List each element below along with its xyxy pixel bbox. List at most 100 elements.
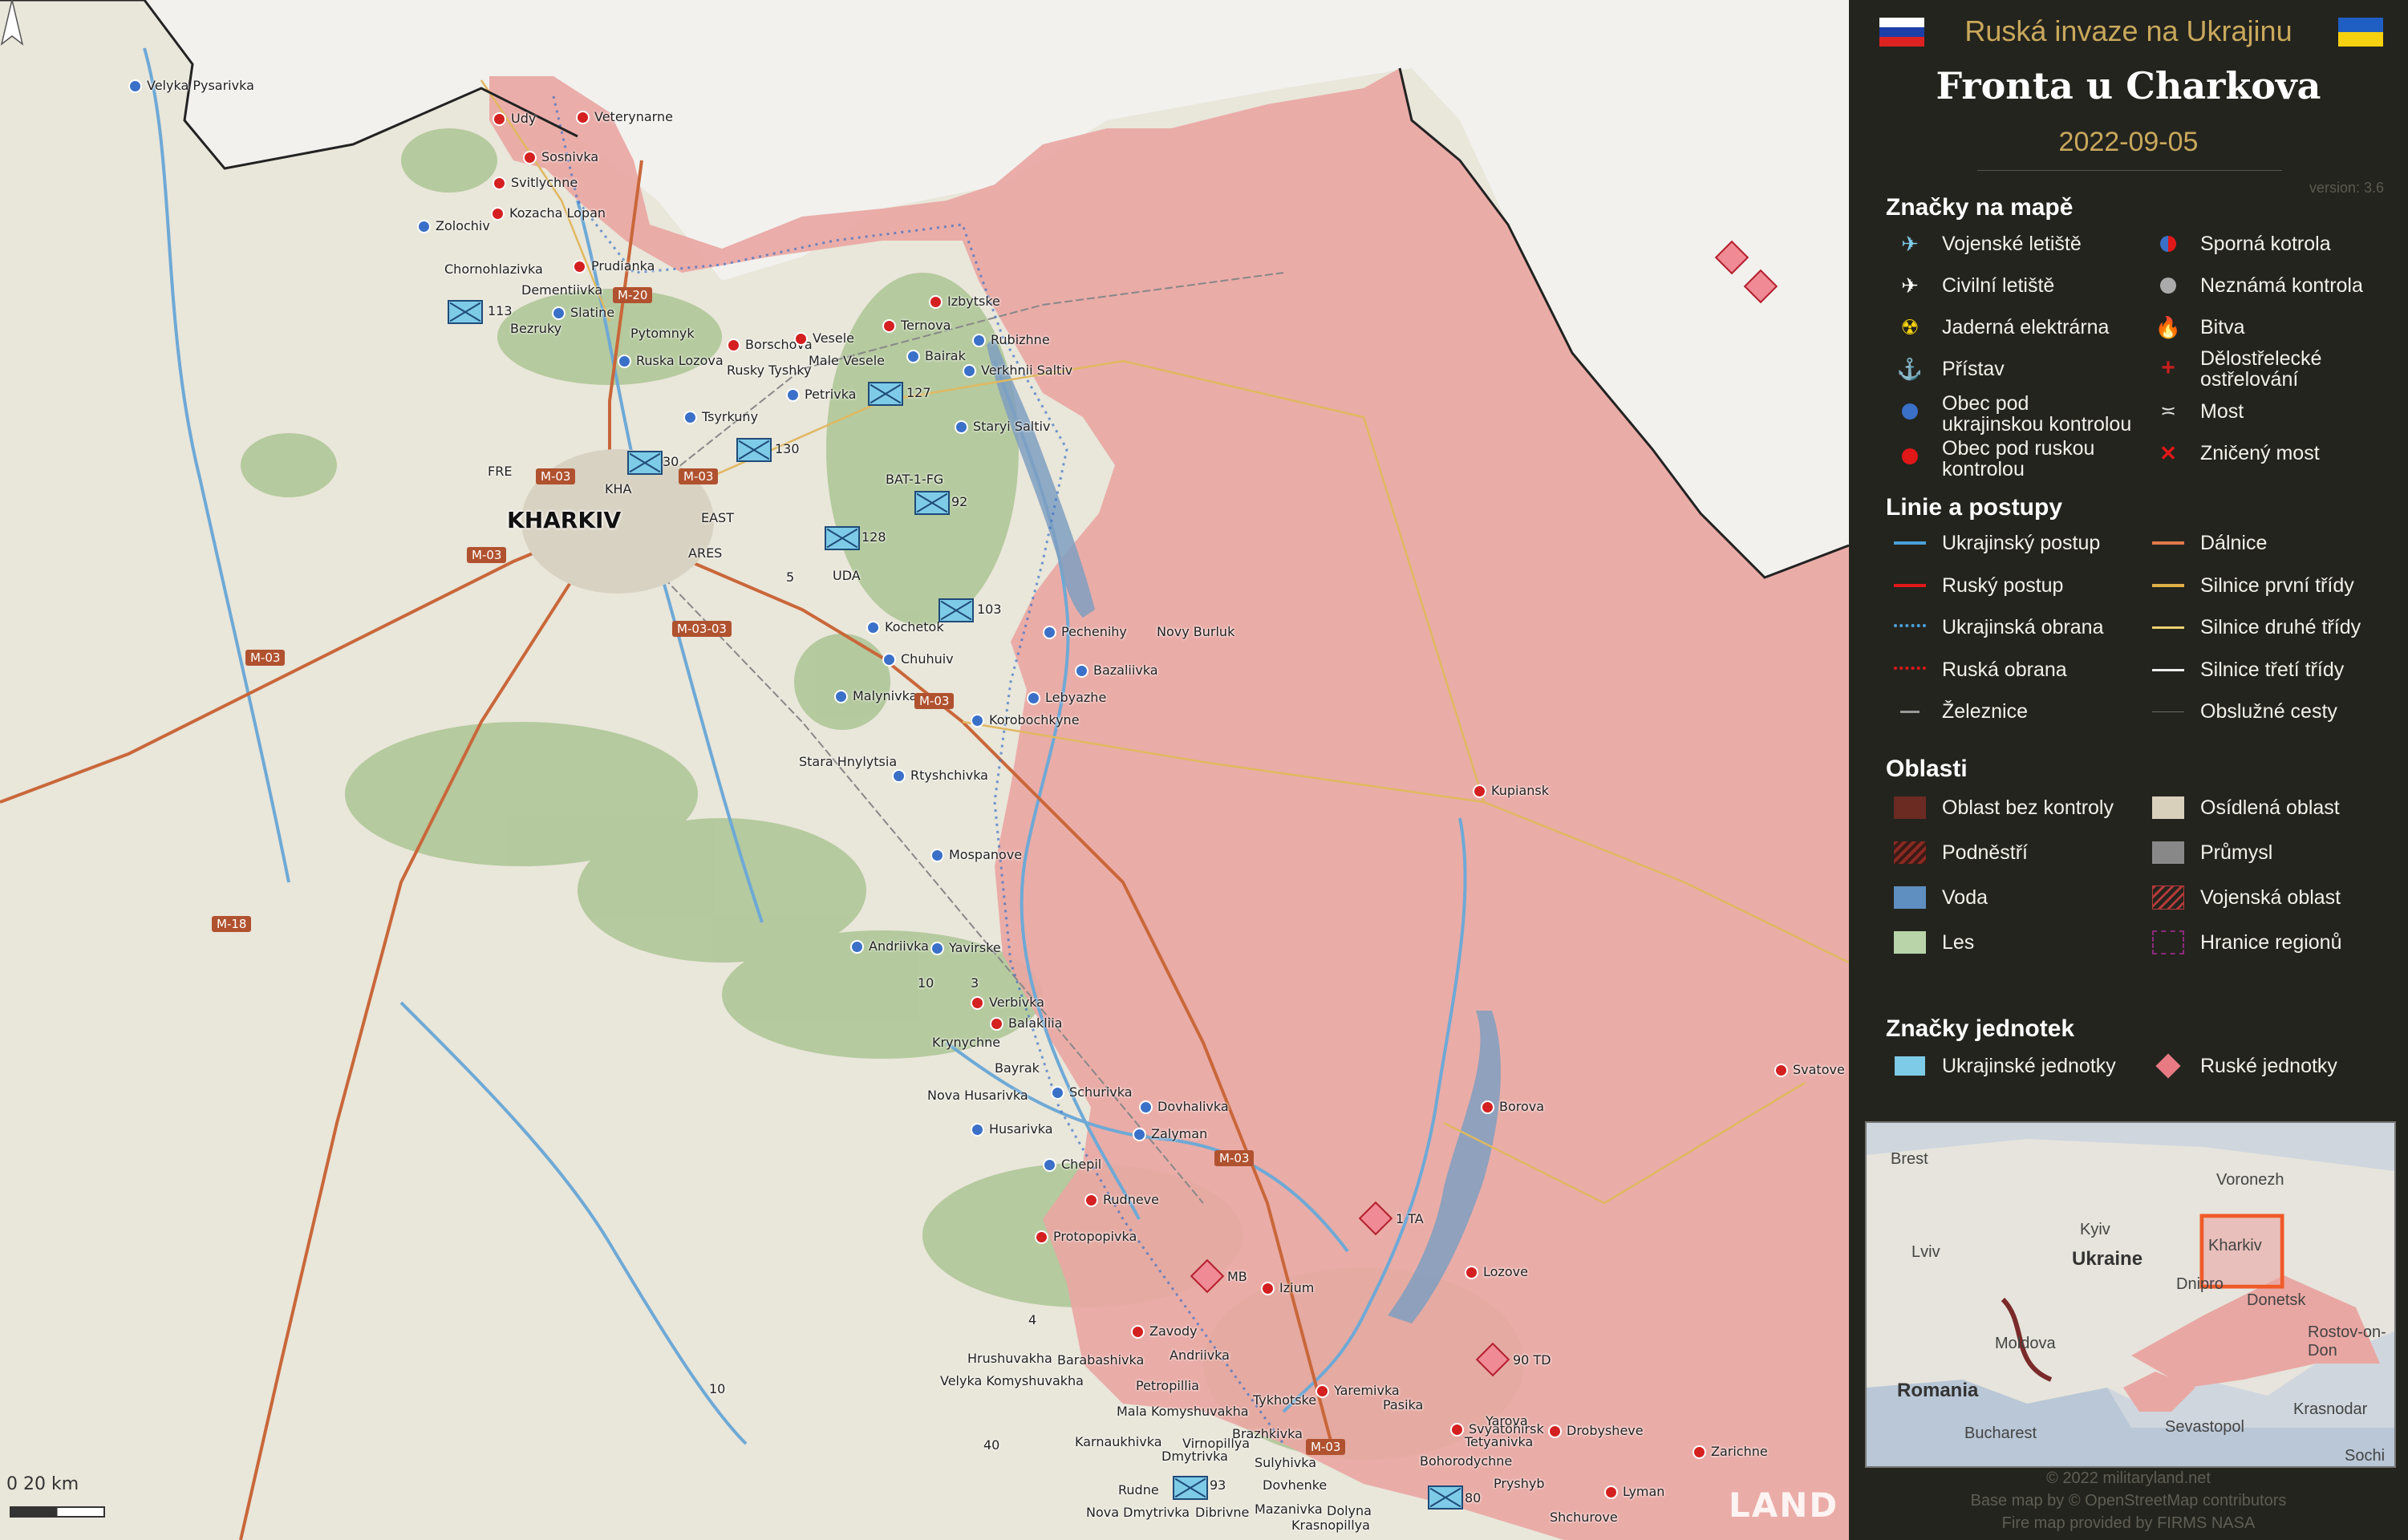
- settlement-ua[interactable]: Zolochiv: [417, 218, 490, 233]
- inset-city-label: Bucharest: [1964, 1424, 2037, 1442]
- overview-inset-map[interactable]: Brest Voronezh Kyiv Lviv Kharkiv Dnipro …: [1865, 1121, 2396, 1468]
- settlement-label: Shchurove: [1550, 1510, 1618, 1525]
- settlement-ua[interactable]: Kochetok: [866, 619, 944, 634]
- ukrainian-unit-marker[interactable]: [1428, 1485, 1463, 1510]
- settlement-ru[interactable]: Veterynarne: [576, 109, 673, 124]
- settlement-ru[interactable]: Vesele: [794, 330, 854, 346]
- settlement-ru[interactable]: Kupiansk: [1473, 783, 1549, 798]
- legend-item: Silnice první třídy: [2152, 575, 2354, 596]
- no-control-swatch: [1894, 796, 1926, 819]
- ukrainian-unit-marker[interactable]: [938, 598, 974, 622]
- settlement-label: Novy Burluk: [1157, 624, 1235, 639]
- ukrainian-unit-marker[interactable]: [448, 300, 483, 324]
- ukrainian-unit-marker[interactable]: [825, 526, 860, 550]
- contested-icon: [2152, 233, 2184, 254]
- settlement-ru[interactable]: Lozove: [1465, 1264, 1528, 1279]
- legend-item: Obec pod ruskou kontrolou: [1902, 438, 2134, 480]
- settlement-ua[interactable]: Slatine: [552, 305, 614, 320]
- blue-dot-icon: [866, 621, 880, 634]
- settlement-label: Petropillia: [1136, 1378, 1199, 1393]
- settlement-ru[interactable]: Protopopivka: [1035, 1229, 1137, 1244]
- settlement-ua[interactable]: Husarivka: [971, 1121, 1053, 1137]
- red-dot-icon: [1261, 1282, 1275, 1295]
- unit-label: ARES: [688, 545, 723, 561]
- settlement-ru[interactable]: Sosnivka: [523, 149, 598, 164]
- road-label: M-03: [245, 650, 286, 666]
- transnistria-swatch: [1894, 841, 1926, 864]
- unit-label: 3: [971, 975, 979, 991]
- settlement-ru[interactable]: Prudianka: [573, 258, 655, 274]
- section-lines-title: Linie a postupy: [1886, 494, 2063, 521]
- settlement-ru[interactable]: Drobysheve: [1548, 1423, 1644, 1438]
- legend-item: Ruská obrana: [1894, 659, 2067, 680]
- settlement-ru[interactable]: Verbivka: [971, 995, 1044, 1010]
- ukrainian-unit-marker[interactable]: [914, 491, 950, 515]
- settlement-ru[interactable]: Balakliia: [990, 1015, 1062, 1031]
- settlement-ua[interactable]: Dovhalivka: [1139, 1099, 1229, 1114]
- unit-label: MB: [1227, 1269, 1247, 1284]
- city-kharkiv[interactable]: KHARKIV: [507, 507, 621, 533]
- settlement-ua[interactable]: Rubizhne: [972, 332, 1050, 347]
- legend-item: Silnice třetí třídy: [2152, 659, 2344, 680]
- settlement-label: Velyka Komyshuvakha: [940, 1373, 1084, 1388]
- ukrainian-unit-swatch: [1894, 1056, 1926, 1076]
- watermark: LAND: [1729, 1485, 1839, 1525]
- blue-dot-icon: [906, 350, 920, 363]
- tertiary-road-icon: [2152, 659, 2184, 680]
- settlement-label: Mala Komyshuvakha: [1117, 1404, 1249, 1419]
- settlement-ru[interactable]: Ternova: [882, 318, 951, 333]
- settlement-ua[interactable]: Bairak: [906, 348, 966, 363]
- settlement-ru[interactable]: Rudneve: [1084, 1192, 1159, 1207]
- settlement-ru[interactable]: Svitlychne: [493, 175, 578, 190]
- settlement-ua[interactable]: Pechenihy: [1043, 624, 1127, 639]
- ukrainian-unit-marker[interactable]: [736, 438, 772, 462]
- settlement-ru[interactable]: Udy: [493, 111, 536, 126]
- russian-defense-icon: [1894, 659, 1926, 680]
- red-dot-icon: [573, 260, 586, 274]
- settlement-ru[interactable]: Izium: [1261, 1280, 1314, 1295]
- blue-dot-icon: [930, 942, 944, 955]
- road-label: M-03-03: [672, 621, 732, 637]
- military-airport-icon: ✈: [1901, 232, 1919, 256]
- red-dot-icon: [1894, 446, 1926, 467]
- settlement-ua[interactable]: Schurivka: [1051, 1084, 1133, 1100]
- russian-advance-icon: [1894, 575, 1926, 596]
- settlement-ru[interactable]: Zarichne: [1692, 1444, 1768, 1459]
- settlement-ua[interactable]: Yavirske: [930, 940, 1001, 955]
- legend-item: ✕ Zničený most: [2159, 443, 2320, 464]
- blue-dot-icon: [955, 420, 968, 434]
- settlement-ru[interactable]: Lyman: [1604, 1484, 1664, 1499]
- settlement-ua[interactable]: Petrivka: [786, 387, 856, 402]
- map-area[interactable]: KHARKIV Velyka Pysarivka Zolochiv Slatin…: [0, 0, 1849, 1540]
- settlement-label: Stara Hnylytsia: [799, 754, 898, 769]
- settlement-ru[interactable]: Svatove: [1774, 1062, 1845, 1077]
- grey-dot-icon: [2152, 275, 2184, 296]
- settlement-label: Dolyna: [1327, 1503, 1372, 1518]
- settlement-ua[interactable]: Korobochkyne: [971, 712, 1080, 727]
- settlement-ru[interactable]: Kozacha Lopan: [491, 205, 606, 221]
- settlement-ua[interactable]: Chuhuiv: [882, 651, 954, 667]
- settlement-ru[interactable]: Yaremivka: [1315, 1383, 1400, 1398]
- settlement-ua[interactable]: Andriivka: [850, 938, 929, 954]
- settlement-ua[interactable]: Tsyrkuny: [683, 409, 758, 424]
- settlement-ua[interactable]: Ruska Lozova: [618, 353, 724, 368]
- settlement-ua[interactable]: Bazaliivka: [1075, 663, 1158, 678]
- settlement-ua[interactable]: Chepil: [1043, 1157, 1101, 1172]
- ukrainian-unit-marker[interactable]: [868, 382, 903, 406]
- settlement-ua[interactable]: Malynivka: [834, 688, 917, 703]
- ukrainian-unit-marker[interactable]: [1173, 1476, 1208, 1500]
- settlement-ua[interactable]: Rtyshchivka: [892, 768, 988, 783]
- blue-dot-icon: [1043, 626, 1056, 639]
- settlement-ua[interactable]: Velyka Pysarivka: [128, 78, 254, 93]
- blue-dot-icon: [1027, 691, 1040, 705]
- settlement-ua[interactable]: Lebyazhe: [1027, 690, 1106, 705]
- blue-dot-icon: [971, 1123, 984, 1137]
- settlement-ua[interactable]: Verkhnii Saltiv: [963, 363, 1072, 378]
- settlement-ua[interactable]: Mospanove: [930, 847, 1022, 862]
- ukrainian-unit-marker[interactable]: [627, 451, 663, 475]
- settlement-ru[interactable]: Borova: [1481, 1099, 1544, 1114]
- settlement-ua[interactable]: Staryi Saltiv: [955, 419, 1050, 434]
- settlement-ua[interactable]: Zalyman: [1133, 1126, 1207, 1141]
- settlement-ru[interactable]: Izbytske: [929, 294, 1000, 309]
- settlement-ru[interactable]: Zavody: [1131, 1323, 1198, 1339]
